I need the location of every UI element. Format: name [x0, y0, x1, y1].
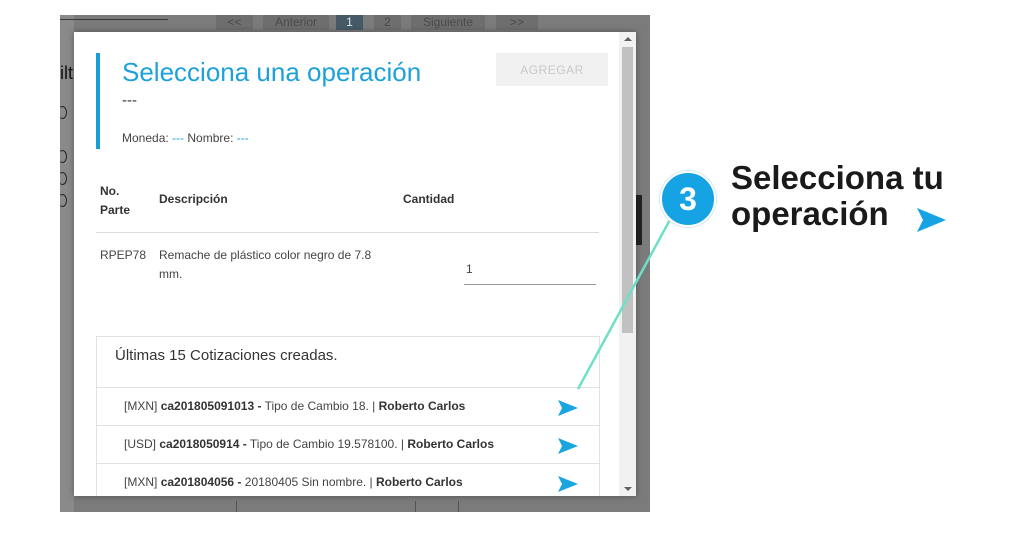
scroll-up-icon[interactable]	[624, 37, 632, 41]
modal-scrollbar[interactable]	[619, 32, 636, 496]
column-header-part: No. Parte	[100, 182, 130, 220]
quote-detail: Tipo de Cambio 18. |	[261, 399, 379, 413]
quote-user: Roberto Carlos	[407, 437, 495, 451]
quote-code: ca201805091013 -	[160, 399, 262, 413]
callout-line2: operación	[731, 195, 889, 232]
modal-title: Selecciona una operación	[122, 57, 422, 87]
quote-currency: [MXN]	[124, 399, 158, 413]
part-number-cell: RPEP78	[100, 248, 147, 262]
add-button[interactable]: AGREGAR	[496, 53, 608, 86]
column-header-quantity: Cantidad	[403, 192, 455, 206]
background-partial-text: ilt	[60, 63, 73, 83]
name-value: ---	[236, 131, 249, 145]
background-divider	[458, 501, 459, 512]
quote-row[interactable]: [MXN] ca201804056 - 20180405 Sin nombre.…	[97, 463, 599, 496]
pager-page-1[interactable]: 1	[336, 15, 363, 30]
pager-first[interactable]: <<	[216, 15, 253, 30]
description-cell: Remache de plástico color negro de 7.8 m…	[159, 246, 399, 284]
name-label: Nombre:	[187, 131, 234, 145]
currency-label: Moneda:	[122, 131, 169, 145]
background-sidebar	[60, 15, 74, 512]
recent-quotes-panel: Últimas 15 Cotizaciones creadas. [MXN] c…	[96, 336, 600, 496]
background-bar	[636, 195, 642, 245]
column-header-part-line1: No.	[100, 184, 120, 198]
column-header-description: Descripción	[159, 192, 228, 206]
callout-text: Selecciona tu operación	[731, 160, 944, 232]
scrollbar-thumb[interactable]	[622, 47, 633, 333]
quote-detail: Tipo de Cambio 19.578100. |	[246, 437, 408, 451]
callout-line1: Selecciona tu	[731, 159, 944, 196]
send-arrow-icon[interactable]	[557, 399, 579, 417]
description-line1: Remache de plástico color negro de 7.8	[159, 248, 372, 262]
quote-user: Roberto Carlos	[378, 399, 466, 413]
table-divider	[96, 232, 599, 233]
quote-currency: [MXN]	[124, 475, 158, 489]
quote-row[interactable]: [MXN] ca201805091013 - Tipo de Cambio 18…	[97, 387, 599, 425]
step-number-badge: 3	[660, 171, 716, 227]
quote-code: ca2018050914 -	[159, 437, 247, 451]
quote-user: Roberto Carlos	[375, 475, 463, 489]
pager-next[interactable]: Siguiente	[411, 15, 485, 30]
select-operation-modal: Selecciona una operación --- Moneda: ---…	[74, 32, 636, 496]
quantity-input[interactable]	[464, 254, 596, 285]
quote-text: [MXN] ca201804056 - 20180405 Sin nombre.…	[124, 475, 463, 489]
pager-last[interactable]: >>	[496, 15, 538, 30]
quote-currency: [USD]	[124, 437, 157, 451]
pager-page-2[interactable]: 2	[374, 15, 401, 30]
quote-code: ca201804056 -	[160, 475, 242, 489]
title-accent-bar	[96, 53, 100, 149]
currency-value: ---	[172, 131, 185, 145]
recent-quotes-title: Últimas 15 Cotizaciones creadas.	[115, 347, 338, 364]
background-divider	[60, 19, 168, 20]
send-arrow-icon[interactable]	[557, 437, 579, 455]
description-line2: mm.	[159, 267, 183, 281]
modal-subtitle: ---	[122, 92, 137, 109]
send-arrow-icon	[917, 208, 946, 232]
column-header-part-line2: Parte	[100, 203, 131, 217]
send-arrow-icon[interactable]	[557, 475, 579, 493]
quote-text: [MXN] ca201805091013 - Tipo de Cambio 18…	[124, 399, 465, 413]
modal-meta: Moneda: --- Nombre: ---	[122, 131, 249, 145]
quote-text: [USD] ca2018050914 - Tipo de Cambio 19.5…	[124, 437, 494, 451]
background-divider	[415, 501, 416, 512]
quote-detail: 20180405 Sin nombre. |	[241, 475, 376, 489]
pager-previous[interactable]: Anterior	[263, 15, 329, 30]
scroll-down-icon[interactable]	[624, 487, 632, 491]
background-divider	[236, 501, 237, 512]
quote-row[interactable]: [USD] ca2018050914 - Tipo de Cambio 19.5…	[97, 425, 599, 463]
